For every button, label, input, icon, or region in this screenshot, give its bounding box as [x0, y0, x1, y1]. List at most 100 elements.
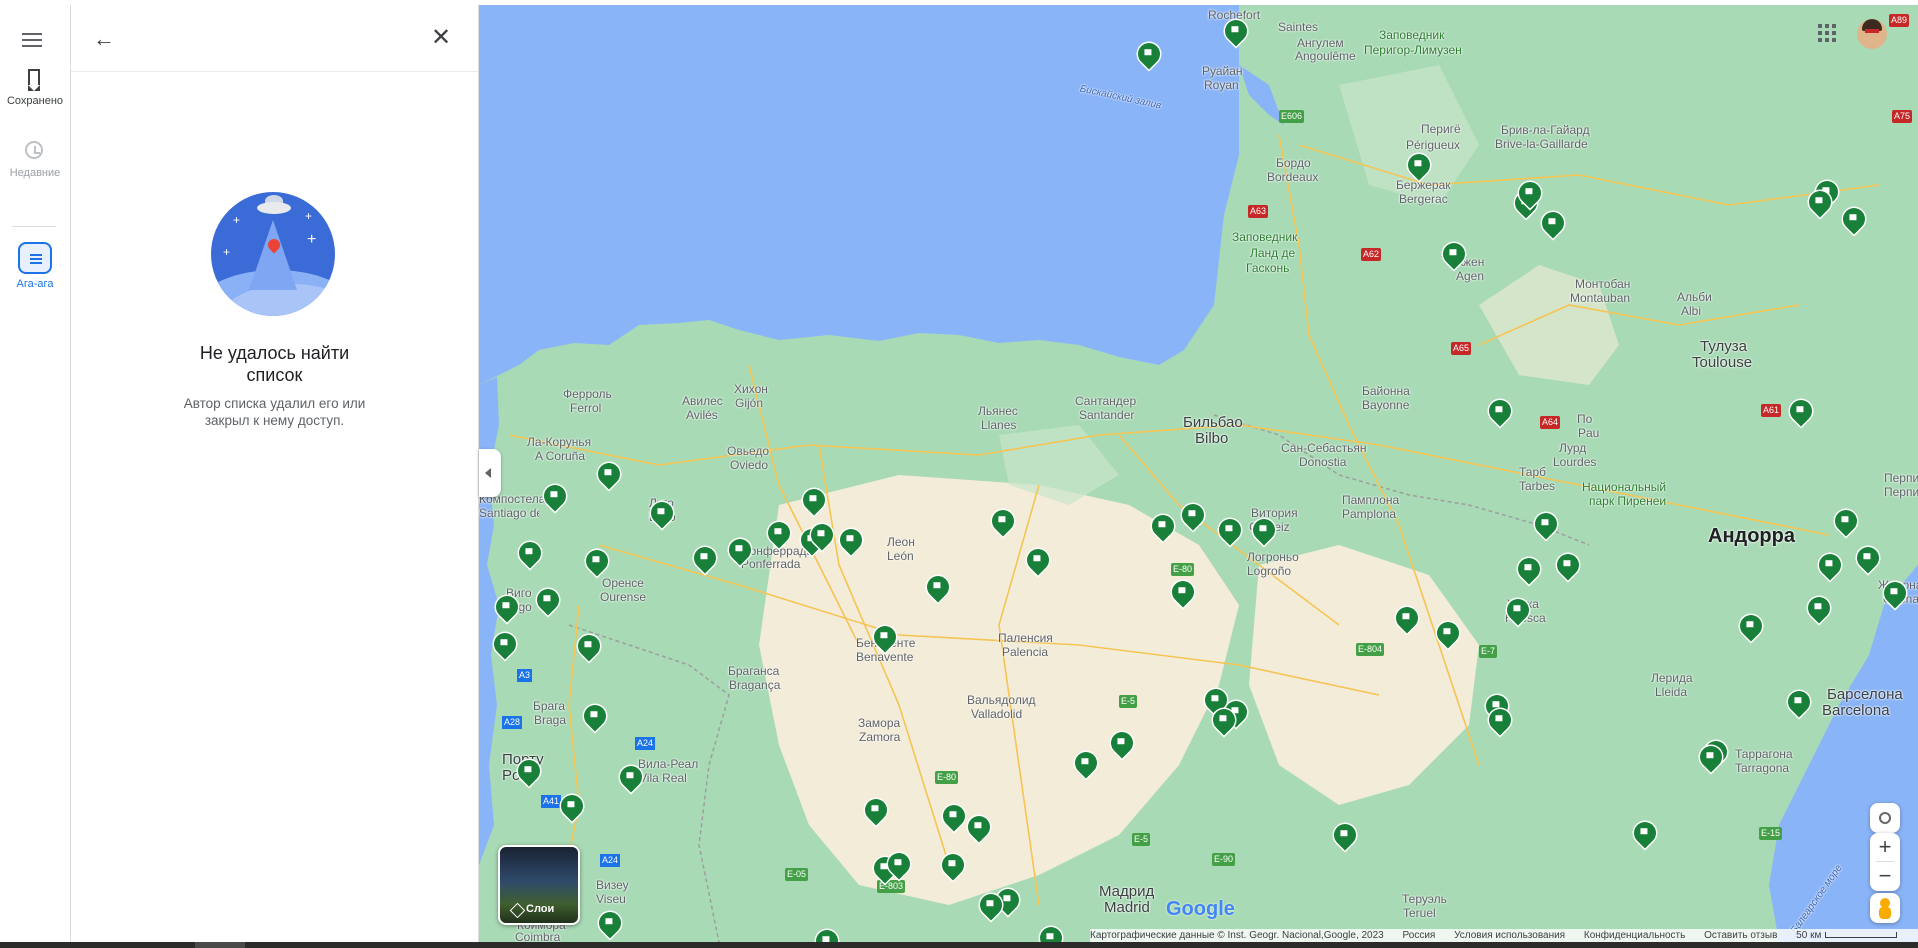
place-label: Вила-Реал — [638, 757, 699, 771]
terms-link[interactable]: Условия использования — [1454, 930, 1565, 941]
road-shield: E-7 — [1479, 645, 1498, 658]
road-shield: A65 — [1451, 342, 1472, 355]
place-label: Pamplona — [1342, 507, 1397, 521]
place-label: Teruel — [1403, 906, 1436, 920]
place-label: Pau — [1578, 426, 1600, 440]
place-label: Bergerac — [1399, 192, 1448, 206]
road-shield: E-5 — [1119, 695, 1138, 708]
rail-item-list-label: Ага-ага — [16, 278, 54, 290]
place-label: Льянес — [978, 404, 1018, 418]
place-label: Périgueux — [1406, 138, 1461, 152]
pegman-button[interactable] — [1870, 893, 1900, 923]
place-label: Viseu — [596, 892, 626, 906]
place-label: Логроньо — [1247, 550, 1299, 564]
scale-label[interactable]: 50 км — [1796, 930, 1821, 941]
road-shield: A62 — [1361, 248, 1382, 261]
place-label: Сантандер — [1075, 394, 1137, 408]
place-label: Паленсия — [998, 631, 1053, 645]
place-label: Руайан — [1202, 64, 1243, 78]
place-label: парк Пиренеи — [1589, 494, 1667, 508]
road-shield: A61 — [1761, 404, 1782, 417]
place-label: Benavente — [856, 650, 914, 664]
zoom-out-button[interactable]: − — [1870, 862, 1900, 890]
road-shield: E-5 — [1132, 833, 1151, 846]
error-subtitle-line2: закрыл к нему доступ. — [204, 413, 345, 428]
place-label: Ла-Корунья — [527, 435, 592, 449]
avatar[interactable] — [1857, 19, 1887, 49]
google-logo-text: Google — [1166, 898, 1235, 920]
road-shield: E-80 — [935, 771, 959, 784]
back-arrow-icon[interactable]: ← — [93, 27, 119, 51]
place-label: Albi — [1681, 304, 1702, 318]
place-label: Национальный — [1582, 480, 1667, 494]
error-subtitle-line1: Автор списка удалил его или — [183, 396, 366, 411]
place-label: Oviedo — [730, 458, 769, 472]
rail-item-recent[interactable]: Недавние — [0, 139, 70, 179]
place-label: Royan — [1204, 78, 1239, 92]
error-title-line1: Не удалось найти — [199, 343, 350, 363]
zoom-in-button[interactable]: + — [1870, 833, 1900, 861]
place-label: Заповедник — [1379, 28, 1445, 42]
road-shield: A41 — [541, 795, 562, 808]
place-label: Bragança — [729, 678, 781, 692]
region-link[interactable]: Россия — [1403, 930, 1436, 941]
place-label: Мадрид — [1099, 883, 1155, 900]
rail-item-recent-label: Недавние — [9, 167, 61, 179]
country-label: Андорра — [1708, 525, 1795, 547]
bookmark-icon — [23, 67, 47, 91]
road-shield: A24 — [635, 737, 656, 750]
place-label: Valladolid — [971, 707, 1023, 721]
panel-header: ← ✕ — [71, 5, 478, 72]
list-icon — [18, 242, 52, 274]
rail-item-list[interactable]: Ага-ага — [0, 242, 70, 290]
layers-button[interactable]: Слои — [498, 845, 580, 925]
map-canvas[interactable]: Rochefort Saintes Ангулем Angoulême Руай… — [479, 5, 1918, 942]
place-label: Donostia — [1299, 455, 1347, 469]
feedback-link[interactable]: Оставить отзыв — [1704, 930, 1777, 941]
place-label: Тулуза — [1700, 338, 1747, 355]
place-label: Bordeaux — [1267, 170, 1319, 184]
privacy-link[interactable]: Конфиденциальность — [1584, 930, 1685, 941]
place-label: Перигё — [1421, 122, 1461, 136]
layers-label: Слои — [526, 903, 555, 915]
place-label: Витория — [1251, 506, 1298, 520]
place-label: Альби — [1677, 290, 1712, 304]
road-shield: A63 — [1248, 205, 1269, 218]
layers-icon — [509, 902, 526, 919]
place-label: Бордо — [1276, 156, 1311, 170]
bottom-taskbar — [0, 942, 1918, 948]
place-label: Леон — [887, 535, 915, 549]
place-label: Оренсе — [602, 576, 644, 590]
collapse-panel-button[interactable] — [479, 449, 501, 497]
place-label: Хихон — [734, 382, 768, 396]
place-label: Santiago de Compostela — [479, 507, 539, 520]
place-label: Lleida — [1655, 685, 1688, 699]
menu-icon[interactable] — [20, 29, 44, 53]
place-label: Tarbes — [1519, 479, 1556, 493]
place-label: A Coruña — [535, 449, 586, 463]
scale-bar — [1825, 932, 1898, 939]
place-label: Перпиньян — [1884, 471, 1918, 485]
place-label: Saintes — [1278, 20, 1319, 34]
place-label: Ourense — [600, 590, 647, 604]
place-label: Santander — [1079, 408, 1135, 422]
place-label: Авилес — [682, 394, 723, 408]
my-location-button[interactable] — [1870, 803, 1900, 833]
place-label: Монтобан — [1575, 277, 1631, 291]
place-label: Лерида — [1651, 671, 1693, 685]
road-shield: E-90 — [1212, 853, 1236, 866]
place-label: Bayonne — [1362, 398, 1410, 412]
place-label: Вальядолид — [967, 693, 1036, 707]
place-label: Гасконь — [1246, 261, 1290, 275]
place-label: Ponferrada — [741, 557, 801, 571]
empty-state-illustration: + + + + — [211, 192, 335, 316]
rail-item-saved[interactable]: Сохранено — [0, 67, 70, 107]
place-label: Брага — [533, 699, 566, 713]
place-label: Перпинь — [1884, 485, 1918, 499]
apps-grid-icon[interactable] — [1818, 24, 1836, 42]
close-icon[interactable]: ✕ — [428, 25, 454, 51]
road-shield: E-05 — [785, 868, 809, 881]
place-label: Angoulême — [1295, 49, 1356, 63]
place-label: Logroño — [1247, 564, 1292, 578]
place-label: Теруэль — [1402, 892, 1447, 906]
